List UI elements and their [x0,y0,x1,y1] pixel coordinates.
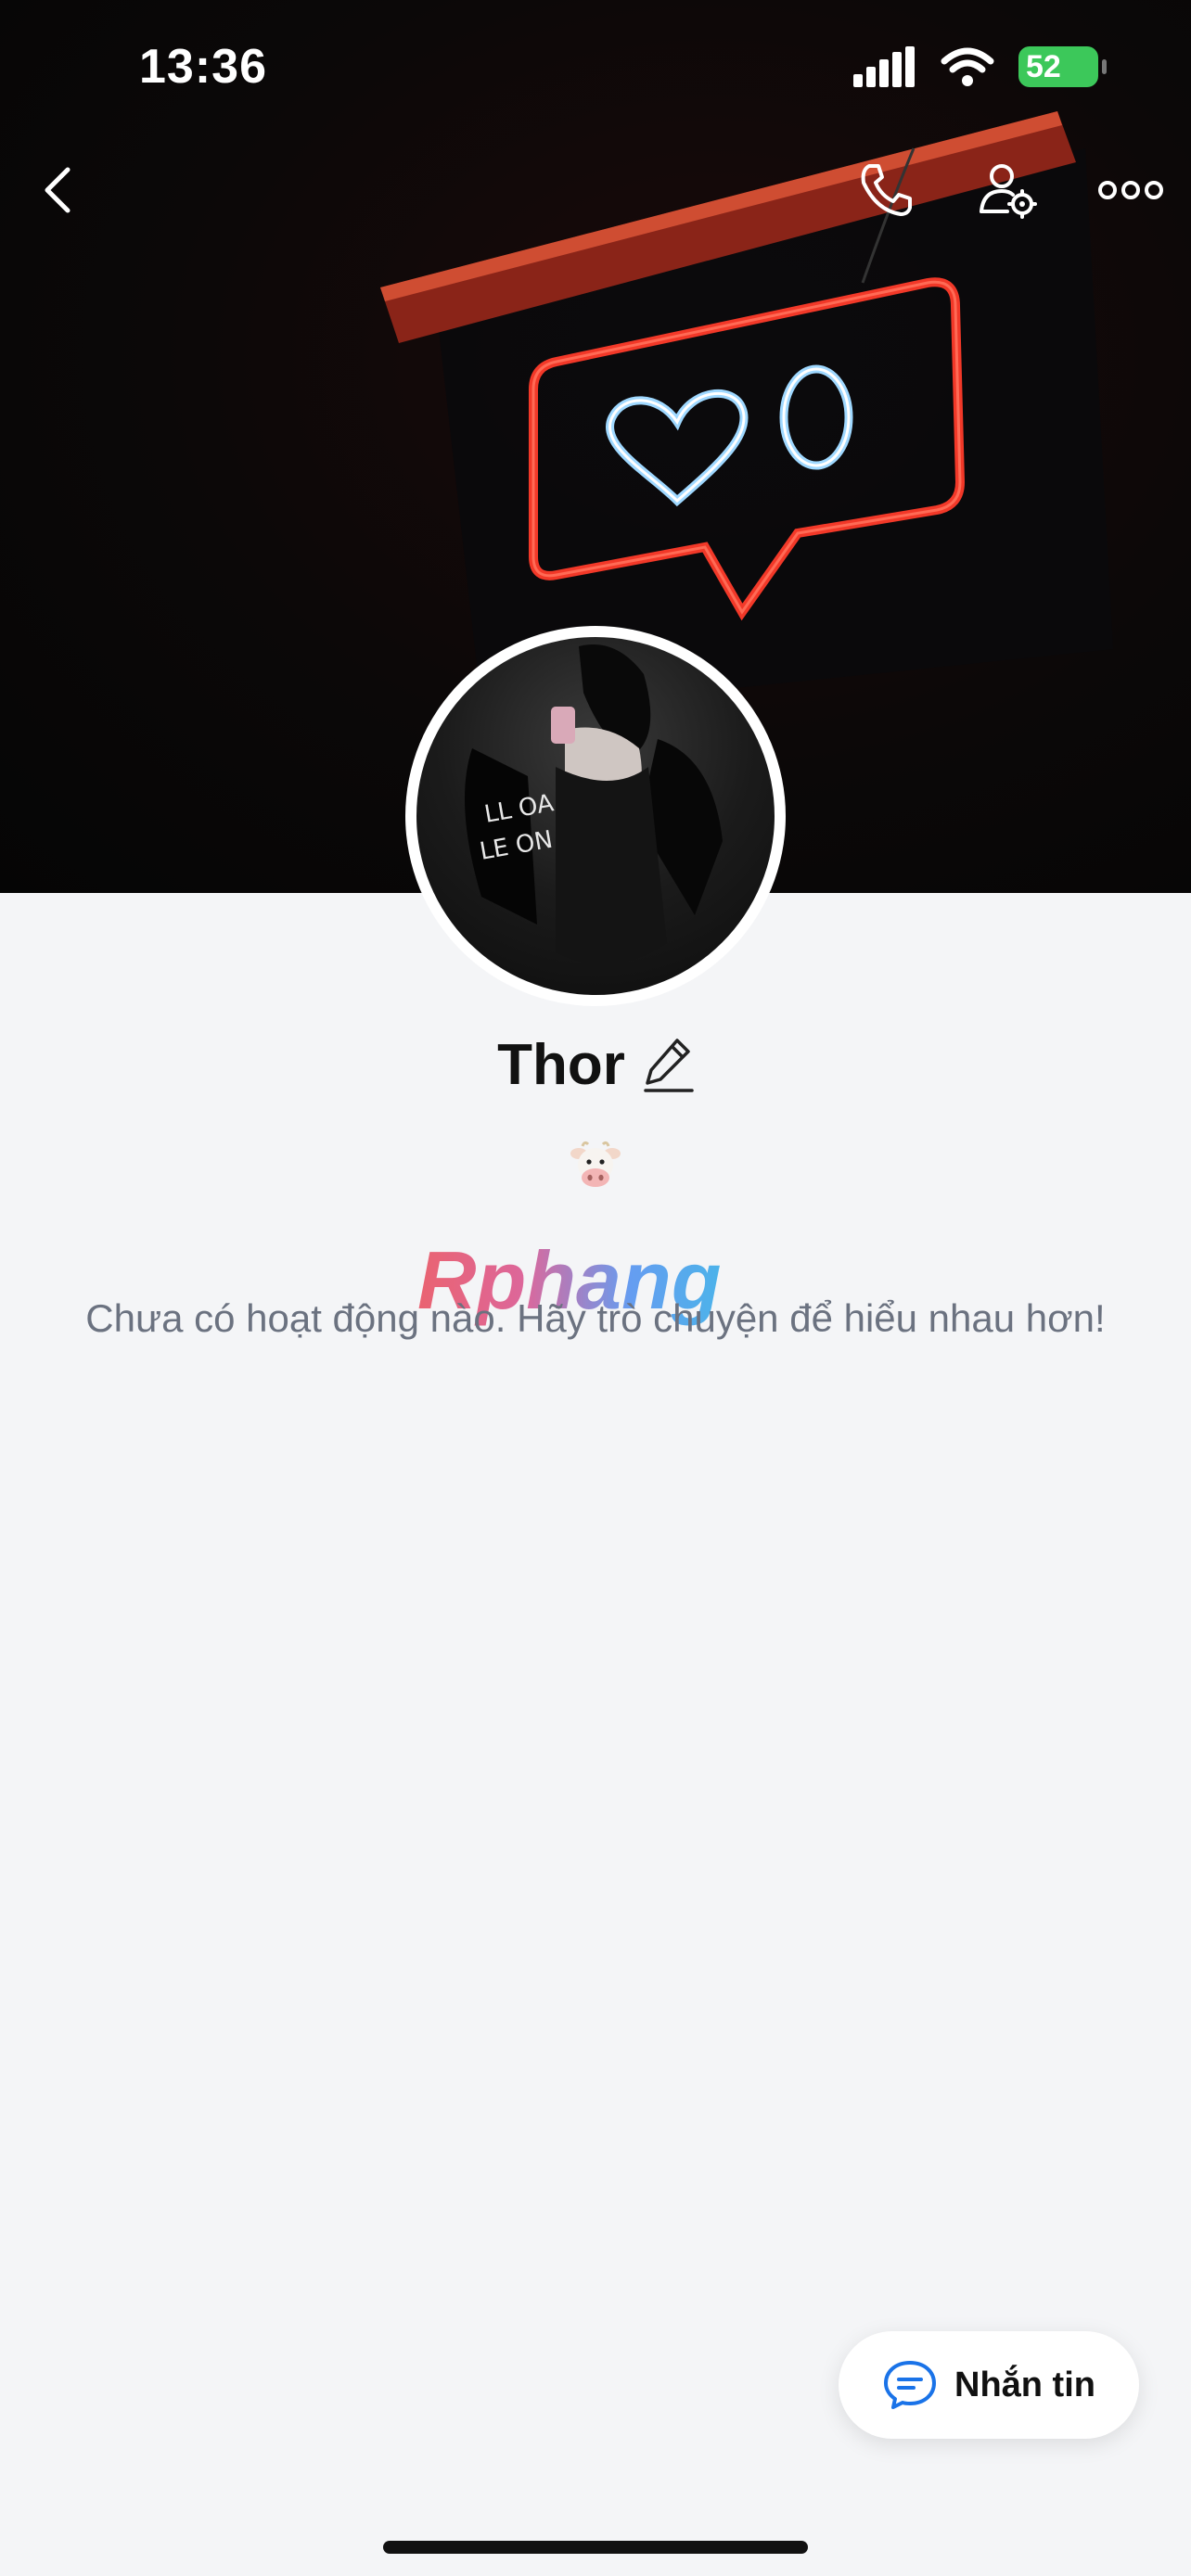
battery-level: 52 [1026,49,1061,84]
status-icons: 52 [853,46,1107,87]
cow-face-emoji [570,1141,621,1187]
home-indicator [383,2541,808,2554]
wifi-icon [941,47,994,86]
top-navigation-bar [0,148,1191,241]
avatar-image: LL OA LE ON [416,637,775,995]
user-gear-icon [980,164,1037,219]
status-bar: 13:36 52 [0,0,1191,139]
phone-icon [861,164,912,216]
call-button[interactable] [844,148,928,232]
pencil-icon[interactable] [644,1037,694,1092]
avatar[interactable]: LL OA LE ON [405,626,786,1006]
message-button-label: Nhắn tin [954,2365,1095,2404]
back-button[interactable] [17,148,100,232]
profile-name: Thor [497,1032,625,1097]
message-button[interactable]: Nhắn tin [839,2331,1139,2439]
empty-activity-message: Chưa có hoạt động nào. Hãy trò chuyện để… [85,1296,1106,1340]
signal-icon [853,46,915,87]
profile-name-row: Thor [0,1027,1191,1102]
clock: 13:36 [139,40,267,94]
more-options-button[interactable] [1089,148,1172,232]
battery-indicator: 52 [1018,46,1107,87]
profile-settings-button[interactable] [967,148,1050,232]
chat-bubble-icon [884,2361,936,2409]
chevron-left-icon [45,167,70,213]
ellipsis-icon [1098,181,1163,199]
